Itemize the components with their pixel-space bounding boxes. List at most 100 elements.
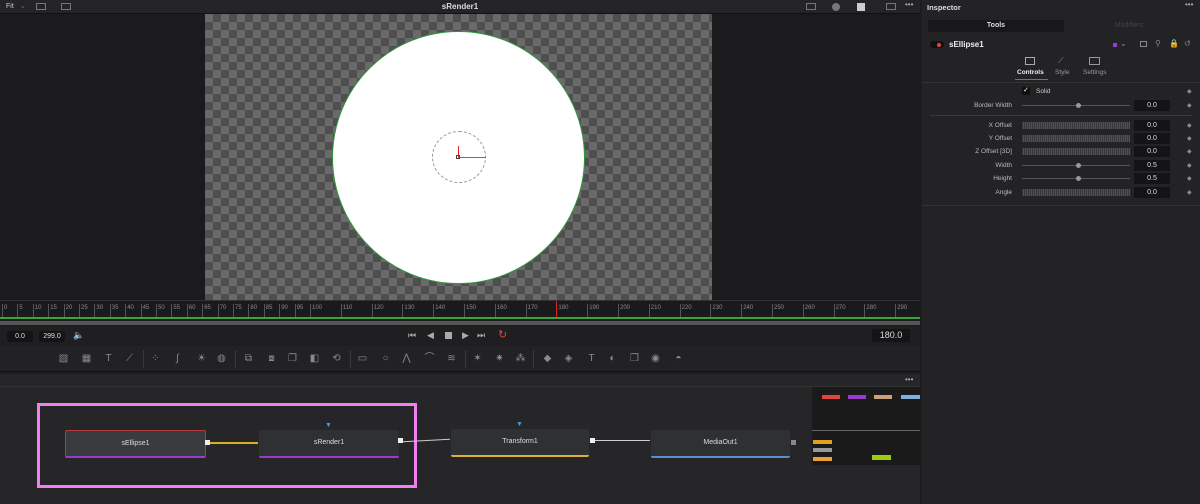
text-icon[interactable]: T bbox=[103, 353, 114, 364]
param-value-field[interactable]: 0.0 bbox=[1134, 187, 1170, 198]
param-jog-wheel[interactable] bbox=[1022, 135, 1130, 142]
slider-knob[interactable] bbox=[1076, 163, 1081, 168]
channel-booleans-icon[interactable]: ⧇ bbox=[266, 353, 277, 364]
go-to-start-icon[interactable]: ⏮ bbox=[408, 330, 416, 341]
lock-icon[interactable]: 🔒 bbox=[1169, 39, 1179, 48]
solid-checkbox[interactable]: ✓ bbox=[1022, 87, 1030, 95]
split-view-icon[interactable] bbox=[886, 3, 896, 10]
wave-icon[interactable]: ≋ bbox=[446, 353, 457, 364]
param-value-field[interactable]: 0.5 bbox=[1134, 173, 1170, 184]
play-icon[interactable]: ▶ bbox=[462, 330, 469, 341]
end-frame-field[interactable]: 299.0 bbox=[39, 331, 65, 342]
merge-matte-icon[interactable]: ◧ bbox=[309, 353, 320, 364]
reset-icon[interactable]: ↺ bbox=[1184, 39, 1191, 48]
pemitter-icon[interactable]: ✶ bbox=[472, 353, 483, 364]
brightness-icon[interactable]: ☀ bbox=[196, 353, 207, 364]
node-editor[interactable]: ••• sEllipse1 sRender1 ▼ Transform1 ▼ Me… bbox=[0, 374, 920, 504]
stop-icon[interactable] bbox=[445, 332, 452, 339]
camera-3d-icon[interactable]: ◉ bbox=[650, 353, 661, 364]
ellipse-mask-icon[interactable]: ○ bbox=[380, 353, 391, 364]
center-handle[interactable] bbox=[456, 155, 460, 159]
style-icon[interactable]: ⟋ bbox=[1058, 56, 1064, 66]
light-3d-icon[interactable]: ◓ bbox=[673, 353, 684, 364]
merge-icon[interactable]: ⧉ bbox=[243, 353, 254, 364]
tab-tools[interactable]: Tools bbox=[928, 20, 1064, 32]
keyframe-diamond-icon[interactable]: ◆ bbox=[1187, 102, 1192, 109]
keyframe-diamond-icon[interactable]: ◆ bbox=[1187, 122, 1192, 129]
grid-icon[interactable] bbox=[857, 3, 865, 11]
node-srender1[interactable]: sRender1 bbox=[259, 430, 399, 458]
keyframe-diamond-icon[interactable]: ◆ bbox=[1187, 162, 1192, 169]
curves-icon[interactable]: ∫ bbox=[172, 353, 183, 364]
keyframe-diamond-icon[interactable]: ◆ bbox=[1187, 88, 1192, 95]
inspector-more-icon[interactable]: ••• bbox=[1185, 0, 1193, 9]
subtab-controls[interactable]: Controls bbox=[1017, 69, 1044, 76]
start-frame-field[interactable]: 0.0 bbox=[7, 331, 33, 342]
prender-icon[interactable]: ✷ bbox=[494, 353, 505, 364]
chevron-down-icon[interactable]: ⌄ bbox=[1120, 39, 1127, 48]
keyframe-diamond-icon[interactable]: ◆ bbox=[1187, 189, 1192, 196]
param-jog-wheel[interactable] bbox=[1022, 189, 1130, 196]
loop-icon[interactable]: ↻ bbox=[498, 328, 507, 341]
input-triangle-icon[interactable]: ▼ bbox=[325, 422, 332, 429]
param-slider[interactable] bbox=[1022, 163, 1130, 168]
node-navigator[interactable] bbox=[812, 387, 920, 465]
node-transform1[interactable]: Transform1 bbox=[451, 429, 589, 457]
merge-3d-icon[interactable]: ◐ bbox=[607, 353, 618, 364]
param-value-field[interactable]: 0.0 bbox=[1134, 133, 1170, 144]
node-mediaout1[interactable]: MediaOut1 bbox=[651, 430, 790, 458]
play-reverse-icon[interactable]: ◀ bbox=[427, 330, 434, 341]
param-slider[interactable] bbox=[1022, 176, 1130, 181]
particles-icon[interactable]: ⁘ bbox=[150, 353, 161, 364]
param-value-field[interactable]: 0.0 bbox=[1134, 120, 1170, 131]
matte-control-icon[interactable]: ❐ bbox=[287, 353, 298, 364]
node-editor-more-icon[interactable]: ••• bbox=[905, 375, 913, 384]
subtab-style[interactable]: Style bbox=[1055, 69, 1069, 76]
audio-icon[interactable]: 🔈 bbox=[73, 330, 84, 341]
timeline-ruler[interactable]: 0 5 10 15 20 25 30 35 40 45 50 55 60 65 70 75 80 85 90 95 10… bbox=[0, 300, 920, 319]
param-jog-wheel[interactable] bbox=[1022, 148, 1130, 155]
color-corrector-icon[interactable]: ◍ bbox=[216, 353, 227, 364]
pin-icon[interactable]: ⚲ bbox=[1155, 39, 1161, 48]
keyframe-diamond-icon[interactable]: ◆ bbox=[1187, 135, 1192, 142]
tab-modifiers[interactable]: Modifiers bbox=[1064, 20, 1194, 32]
input-triangle-icon[interactable]: ▼ bbox=[516, 421, 523, 428]
background-icon[interactable]: ▧ bbox=[58, 353, 69, 364]
param-value-field[interactable]: 0.0 bbox=[1134, 100, 1170, 111]
shape-3d-icon[interactable]: ◈ bbox=[563, 353, 574, 364]
x-axis-handle[interactable] bbox=[458, 157, 486, 158]
more-icon[interactable]: ••• bbox=[905, 0, 913, 9]
output-port[interactable] bbox=[791, 440, 796, 445]
param-jog-wheel[interactable] bbox=[1022, 122, 1130, 129]
bspline-mask-icon[interactable]: ⌒ bbox=[424, 353, 435, 364]
param-label: Height bbox=[993, 175, 1012, 182]
particles-shape-icon[interactable]: ⁂ bbox=[515, 353, 526, 364]
keyframe-diamond-icon[interactable]: ◆ bbox=[1187, 148, 1192, 155]
slider-knob[interactable] bbox=[1076, 103, 1081, 108]
renderer-3d-icon[interactable]: ❒ bbox=[629, 353, 640, 364]
versions-icon[interactable] bbox=[1140, 41, 1147, 47]
resize-icon[interactable]: ⟲ bbox=[331, 353, 342, 364]
tool-toggle[interactable] bbox=[930, 41, 944, 48]
controls-icon[interactable] bbox=[1025, 57, 1035, 65]
polygon-mask-icon[interactable]: ⋀ bbox=[401, 353, 412, 364]
settings-icon[interactable] bbox=[1089, 57, 1100, 65]
current-frame-field[interactable]: 180.0 bbox=[872, 329, 910, 342]
subtab-settings[interactable]: Settings bbox=[1083, 69, 1107, 76]
keyframe-diamond-icon[interactable]: ◆ bbox=[1187, 175, 1192, 182]
node-sellipse1[interactable]: sEllipse1 bbox=[65, 430, 206, 458]
slider-knob[interactable] bbox=[1076, 176, 1081, 181]
text-3d-icon[interactable]: T bbox=[586, 353, 597, 364]
image-icon[interactable]: ▦ bbox=[81, 353, 92, 364]
param-slider[interactable] bbox=[1022, 103, 1130, 108]
param-value-field[interactable]: 0.5 bbox=[1134, 160, 1170, 171]
go-to-end-icon[interactable]: ⏭ bbox=[477, 330, 485, 341]
node-color-swatch[interactable] bbox=[1113, 43, 1117, 47]
display-icon[interactable] bbox=[806, 3, 816, 10]
color-channel-icon[interactable] bbox=[832, 3, 840, 11]
image-plane-3d-icon[interactable]: ◆ bbox=[542, 353, 553, 364]
rectangle-mask-icon[interactable]: ▭ bbox=[357, 353, 368, 364]
scrub-bar[interactable] bbox=[0, 321, 920, 325]
paint-icon[interactable]: ⟋ bbox=[124, 353, 135, 364]
param-value-field[interactable]: 0.0 bbox=[1134, 146, 1170, 157]
